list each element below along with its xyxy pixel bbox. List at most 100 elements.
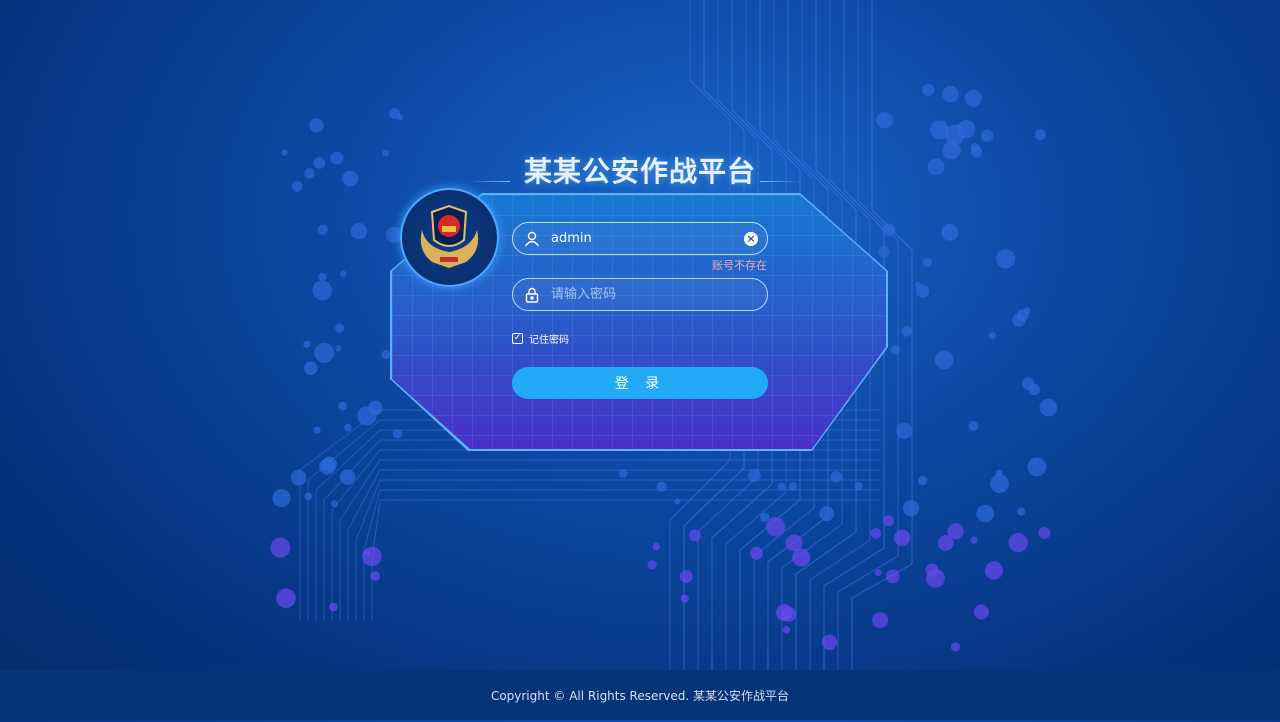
username-error: 账号不存在 (712, 259, 767, 272)
title-divider-left (470, 181, 510, 182)
circuit-node (942, 85, 959, 103)
circuit-node (988, 332, 997, 340)
circuit-node (312, 280, 333, 301)
circuit-node (317, 224, 328, 235)
circuit-node (830, 470, 842, 483)
circuit-trace (323, 439, 880, 620)
username-input[interactable] (551, 231, 744, 246)
circuit-node (368, 400, 383, 416)
circuit-node (759, 512, 770, 522)
circuit-node (901, 326, 912, 337)
circuit-node (882, 515, 894, 527)
circuit-node (1012, 313, 1026, 327)
circuit-node (370, 571, 381, 581)
title-divider-right (760, 181, 800, 182)
circuit-node (882, 223, 896, 237)
circuit-node (309, 118, 324, 133)
circuit-node (1008, 533, 1028, 553)
circuit-node (968, 420, 979, 431)
username-field[interactable]: × (512, 222, 768, 255)
password-input[interactable] (551, 287, 767, 302)
circuit-node (937, 535, 954, 551)
circuit-node (350, 222, 368, 240)
circuit-node (876, 112, 893, 129)
circuit-node (392, 429, 403, 439)
circuit-node (788, 481, 798, 491)
circuit-node (679, 570, 693, 583)
circuit-node (872, 612, 889, 629)
circuit-node (854, 482, 863, 491)
circuit-node (362, 546, 382, 567)
circuit-node (782, 626, 791, 634)
password-field[interactable] (512, 278, 768, 311)
circuit-node (330, 500, 338, 508)
circuit-node (396, 114, 403, 121)
circuit-node (990, 474, 1009, 494)
circuit-node (922, 257, 933, 268)
circuit-node (313, 426, 321, 434)
circuit-node (970, 536, 978, 544)
circuit-node (870, 528, 882, 539)
login-button[interactable]: 登 录 (512, 367, 768, 399)
circuit-node (785, 534, 803, 552)
remember-checkbox[interactable]: ✓ (512, 333, 523, 344)
page-title: 某某公安作战平台 (523, 155, 756, 188)
circuit-node (996, 249, 1016, 269)
police-emblem-logo (400, 188, 499, 287)
circuit-node (1038, 527, 1051, 539)
circuit-node (318, 272, 327, 281)
circuit-node (1017, 507, 1026, 516)
circuit-node (338, 401, 348, 411)
user-icon (513, 231, 551, 247)
circuit-node (941, 223, 959, 241)
circuit-node (1028, 383, 1041, 396)
circuit-node (917, 475, 928, 486)
circuit-node (340, 270, 347, 277)
circuit-node (303, 340, 311, 348)
circuit-node (934, 350, 954, 370)
copyright-text: Copyright © All Rights Reserved. 某某公安作战平… (490, 689, 790, 703)
circuit-node (819, 506, 835, 522)
circuit-node (766, 517, 786, 537)
circuit-node (874, 569, 882, 577)
circuit-node (328, 602, 338, 612)
circuit-node (1023, 307, 1031, 315)
circuit-node (314, 342, 335, 363)
circuit-node (270, 537, 291, 558)
circuit-node (304, 492, 313, 501)
circuit-trace (315, 429, 880, 620)
circuit-node (821, 634, 838, 650)
circuit-node (976, 504, 995, 523)
circuit-node (381, 350, 391, 360)
circuit-node (652, 542, 661, 551)
circuit-node (319, 458, 336, 475)
circuit-node (926, 568, 945, 588)
circuit-node (878, 246, 890, 258)
footer: Copyright © All Rights Reserved. 某某公安作战平… (0, 670, 1280, 720)
circuit-node (674, 498, 681, 505)
circuit-node (1039, 398, 1058, 417)
circuit-node (973, 604, 989, 620)
circuit-node (922, 83, 935, 97)
circuit-node (344, 423, 352, 432)
circuit-node (1027, 457, 1047, 477)
remember-password[interactable]: ✓ 记住密码 (512, 331, 569, 346)
circuit-node (750, 546, 763, 560)
circuit-node (981, 129, 994, 142)
circuit-node (1034, 129, 1046, 141)
circuit-node (364, 549, 371, 556)
circuit-node (304, 361, 318, 375)
circuit-node (689, 529, 701, 542)
circuit-node (647, 560, 657, 570)
clear-input-icon[interactable]: × (744, 231, 758, 246)
circuit-node (747, 469, 761, 482)
circuit-node (656, 481, 667, 492)
circuit-node (335, 345, 342, 352)
circuit-node (914, 281, 922, 289)
circuit-node (290, 469, 307, 486)
circuit-node (339, 469, 356, 485)
circuit-node (890, 345, 901, 355)
circuit-node (334, 323, 345, 333)
circuit-node (950, 642, 961, 652)
circuit-trace (331, 449, 880, 620)
